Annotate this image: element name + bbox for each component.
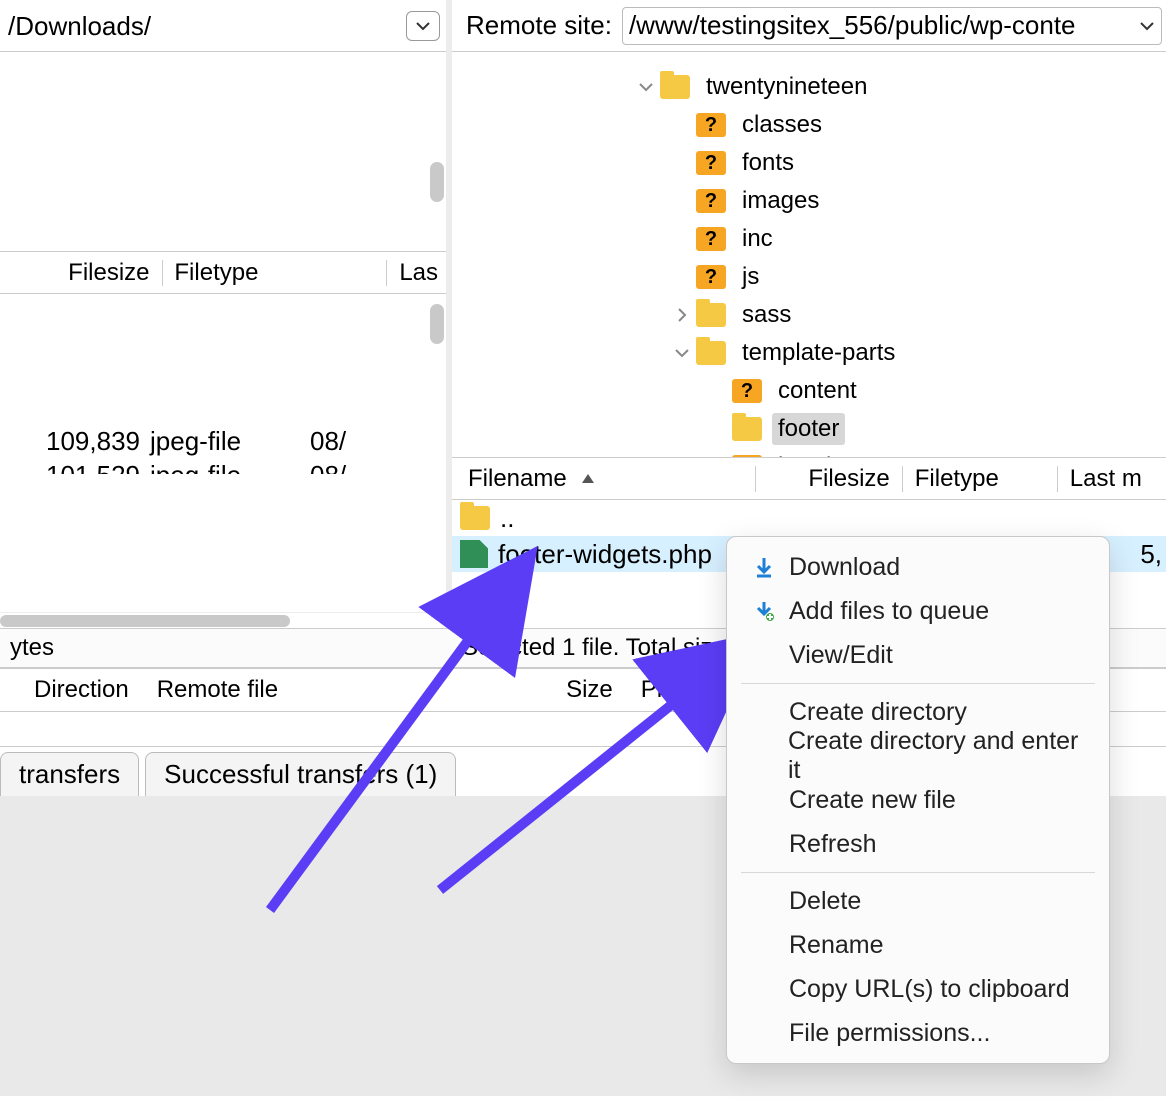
expander-icon[interactable] — [632, 79, 660, 95]
col-filename[interactable]: Filename — [460, 465, 605, 493]
menu-download[interactable]: Download — [727, 545, 1109, 589]
remote-tree-area[interactable]: twentynineteen? classes? fonts? images? inc?… — [452, 52, 1166, 458]
col-filetype[interactable]: Filetype — [907, 465, 1007, 493]
tree-label: classes — [736, 109, 828, 141]
file-context-menu: Download Add files to queue View/Edit Cr… — [726, 536, 1110, 1064]
chevron-down-icon — [415, 18, 431, 34]
local-tree-scrollbar[interactable] — [430, 162, 444, 202]
folder-icon — [732, 417, 762, 441]
menu-file-permissions[interactable]: File permissions... — [727, 1011, 1109, 1055]
menu-delete[interactable]: Delete — [727, 879, 1109, 923]
tree-label: template-parts — [736, 337, 901, 369]
col-filesize[interactable]: Filesize — [800, 465, 897, 493]
tree-label: js — [736, 261, 765, 293]
menu-create-directory-enter[interactable]: Create directory and enter it — [727, 734, 1109, 778]
folder-icon — [696, 341, 726, 365]
tree-label: sass — [736, 299, 797, 331]
tree-item[interactable]: ? fonts — [452, 144, 1166, 182]
tree-label: twentynineteen — [700, 71, 873, 103]
tree-label: footer — [772, 413, 845, 445]
add-queue-icon — [749, 600, 779, 622]
sort-asc-icon — [579, 465, 597, 493]
tree-label: header — [772, 451, 859, 458]
expander-icon[interactable] — [668, 345, 696, 361]
unknown-folder-icon: ? — [732, 379, 762, 403]
col-modified[interactable]: Last m — [1062, 465, 1150, 493]
menu-view-edit[interactable]: View/Edit — [727, 633, 1109, 677]
tree-item[interactable]: ? inc — [452, 220, 1166, 258]
file-size-trail: 5, — [1140, 539, 1166, 570]
scrollbar-thumb[interactable] — [0, 615, 290, 627]
menu-refresh[interactable]: Refresh — [727, 822, 1109, 866]
col-direction[interactable]: Direction — [20, 676, 143, 704]
download-icon — [749, 556, 779, 578]
menu-copy-url[interactable]: Copy URL(s) to clipboard — [727, 967, 1109, 1011]
parent-dir-row[interactable]: .. — [452, 500, 1166, 536]
tab-failed-transfers[interactable]: transfers — [0, 752, 139, 796]
tree-label: inc — [736, 223, 779, 255]
chevron-down-icon — [1139, 10, 1155, 41]
unknown-folder-icon: ? — [696, 113, 726, 137]
menu-rename[interactable]: Rename — [727, 923, 1109, 967]
expander-icon[interactable] — [668, 307, 696, 323]
local-path-dropdown[interactable] — [406, 11, 440, 41]
tree-item[interactable]: footer — [452, 410, 1166, 448]
local-site-bar: /Downloads/ — [0, 0, 446, 52]
folder-icon — [660, 75, 690, 99]
remote-site-label: Remote site: — [452, 10, 622, 41]
folder-icon — [696, 303, 726, 327]
annotation-arrow-icon — [420, 620, 760, 900]
tree-item[interactable]: ? classes — [452, 106, 1166, 144]
remote-columns-header[interactable]: Filename Filesize Filetype Last m — [452, 458, 1166, 500]
tree-item[interactable]: twentynineteen — [452, 68, 1166, 106]
col-filesize[interactable]: Filesize — [60, 259, 157, 287]
list-item[interactable]: 109,839jpeg-file08/ — [0, 424, 446, 458]
local-file-list[interactable]: 109,839jpeg-file08/101,529jpeg-file08/12… — [0, 294, 446, 474]
local-path[interactable]: /Downloads/ — [0, 7, 406, 45]
unknown-folder-icon: ? — [696, 151, 726, 175]
tree-item[interactable]: ? images — [452, 182, 1166, 220]
local-columns-header[interactable]: Filesize Filetype Las — [0, 252, 446, 294]
tree-item[interactable]: ?header — [452, 448, 1166, 458]
local-list-scrollbar[interactable] — [430, 304, 444, 344]
unknown-folder-icon: ? — [696, 265, 726, 289]
folder-icon — [460, 506, 490, 530]
tree-label: images — [736, 185, 825, 217]
list-item[interactable]: 101,529jpeg-file08/ — [0, 458, 446, 474]
tree-item[interactable]: sass — [452, 296, 1166, 334]
tree-label: content — [772, 375, 863, 407]
remote-path-combo[interactable]: /www/testingsitex_556/public/wp-conte — [622, 7, 1162, 45]
remote-path-text: /www/testingsitex_556/public/wp-conte — [629, 10, 1076, 41]
parent-dir-label: .. — [500, 503, 514, 534]
local-tree-area[interactable] — [0, 52, 446, 252]
remote-site-bar: Remote site: /www/testingsitex_556/publi… — [452, 0, 1166, 52]
tree-item[interactable]: ? content — [452, 372, 1166, 410]
tree-label: fonts — [736, 147, 800, 179]
menu-add-to-queue[interactable]: Add files to queue — [727, 589, 1109, 633]
col-filetype[interactable]: Filetype — [166, 259, 266, 287]
tree-item[interactable]: ? js — [452, 258, 1166, 296]
unknown-folder-icon: ? — [696, 227, 726, 251]
col-modified[interactable]: Las — [391, 259, 446, 287]
tree-item[interactable]: template-parts — [452, 334, 1166, 372]
unknown-folder-icon: ? — [696, 189, 726, 213]
